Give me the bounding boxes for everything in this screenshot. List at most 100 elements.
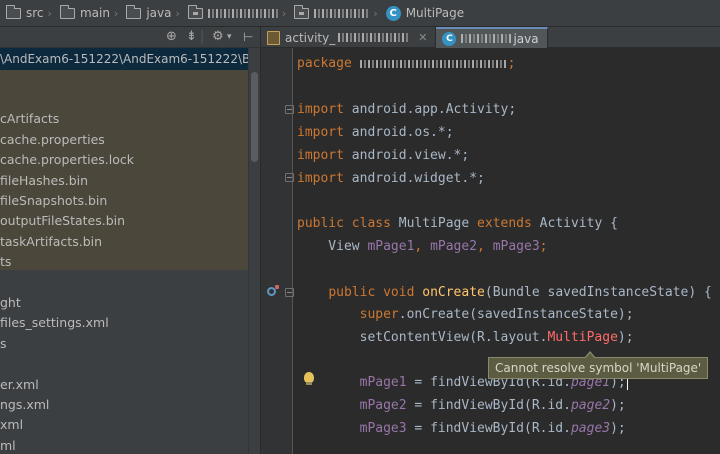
redacted-text <box>359 59 508 68</box>
code-line-import: import android.view.*; <box>297 147 469 165</box>
tree-item[interactable]: cArtifacts <box>0 109 59 129</box>
code-text: .onCreate(savedInstanceState); <box>398 307 634 322</box>
tree-item[interactable]: ml <box>0 436 16 454</box>
tree-item[interactable]: ngs.xml <box>0 395 49 415</box>
fold-icon[interactable] <box>285 105 294 114</box>
package-icon <box>187 4 203 19</box>
breadcrumb-package-1[interactable] <box>182 0 280 26</box>
hide-panel-icon[interactable]: ⊢ <box>243 29 253 45</box>
toolbar-divider: | <box>200 29 205 44</box>
code-text: ); <box>610 398 626 413</box>
breadcrumb-label: main <box>79 6 110 20</box>
code-line-import: import android.os.*; <box>297 124 454 142</box>
field: mPage1 <box>359 375 407 390</box>
gear-icon[interactable]: ⚙ <box>212 29 224 45</box>
tree-item[interactable]: xml <box>0 415 23 435</box>
tree-item[interactable]: cache.properties.lock <box>0 150 134 170</box>
code-editor[interactable]: package ; import android.app.Activity; i… <box>297 52 712 436</box>
method-name: onCreate <box>422 285 485 300</box>
class-icon: C <box>442 31 457 46</box>
keyword: import <box>297 148 344 163</box>
redacted-text <box>314 8 370 18</box>
close-icon[interactable]: ✕ <box>418 31 427 44</box>
keyword: super <box>359 307 399 322</box>
tree-item[interactable]: files_settings.xml <box>0 313 109 333</box>
breadcrumb-package-2[interactable] <box>288 0 371 26</box>
override-method-icon[interactable] <box>267 285 279 296</box>
code-text: = findViewById(R.id. <box>406 398 571 413</box>
keyword: public <box>297 216 352 231</box>
breadcrumb-src[interactable]: src <box>0 0 46 26</box>
breadcrumb-label: java <box>146 6 172 20</box>
static-field: page3 <box>570 421 611 436</box>
redacted-text <box>461 34 512 43</box>
tab-activity-layout[interactable]: activity_ ✕ <box>261 27 437 48</box>
code-line-oncreate: public void onCreate(Bundle savedInstanc… <box>297 284 712 302</box>
keyword: package <box>297 56 352 71</box>
tab-multipage-java[interactable]: C java <box>436 27 548 48</box>
redacted-text <box>338 33 409 42</box>
field: mPage1 <box>367 239 415 254</box>
code-text: (Bundle savedInstanceState) { <box>484 285 712 300</box>
tab-label: activity_ <box>285 30 336 45</box>
breadcrumb-main[interactable]: main <box>54 0 112 26</box>
breadcrumb-separator: › <box>113 6 119 20</box>
unresolved-symbol[interactable]: MultiPage <box>547 330 617 345</box>
collapse-all-icon[interactable]: ⇟ <box>186 29 197 45</box>
breadcrumb-class[interactable]: C MultiPage <box>380 0 466 26</box>
field: mPage2 <box>430 239 478 254</box>
breadcrumb-label: MultiPage <box>405 6 465 20</box>
folder-icon <box>6 4 21 19</box>
code-text: android.app.Activity; <box>343 102 517 117</box>
breadcrumb-separator: › <box>281 6 287 20</box>
tree-item[interactable]: cache.properties <box>0 130 105 150</box>
chevron-down-icon[interactable]: ▾ <box>227 29 232 45</box>
code-line-package: package ; <box>297 56 516 71</box>
tree-item[interactable]: taskArtifacts.bin <box>0 232 102 252</box>
project-path-row[interactable]: \AndExam6-151222\AndExam6-151222\Bo <box>0 48 260 70</box>
navigation-bar: src › main › java › › › C MultiPage <box>0 0 720 27</box>
field: mPage2 <box>359 398 407 413</box>
tree-item[interactable]: fileSnapshots.bin <box>0 191 107 211</box>
tree-item[interactable]: ght <box>0 293 21 313</box>
code-text: android.os.*; <box>343 125 454 140</box>
code-line-class: public class MultiPage extends Activity … <box>297 215 618 233</box>
punct: , <box>477 239 493 254</box>
tree-item[interactable]: outputFileStates.bin <box>0 211 125 231</box>
error-tooltip: Cannot resolve symbol 'MultiPage' <box>488 351 709 379</box>
xml-file-icon <box>267 30 280 45</box>
package-icon <box>294 4 310 19</box>
project-toolbar: ⊕ ⇟ | ⚙ ▾ ⊢ <box>0 27 260 48</box>
keyword: class <box>351 216 399 231</box>
breadcrumb-label: src <box>26 6 44 20</box>
code-text: setContentView(R.layout. <box>359 330 548 345</box>
punct: , <box>414 239 431 254</box>
folder-icon <box>126 4 142 19</box>
static-field: page2 <box>570 398 611 413</box>
tree-item[interactable]: fileHashes.bin <box>0 171 88 191</box>
project-scrollbar[interactable] <box>248 48 260 454</box>
code-line-super: super.onCreate(savedInstanceState); <box>297 306 634 324</box>
breadcrumb-java[interactable]: java <box>120 0 173 26</box>
code-text: android.view.*; <box>343 148 470 163</box>
tree-item[interactable]: s <box>0 334 7 354</box>
code-line-setcontentview: setContentView(R.layout.MultiPage); <box>297 329 634 347</box>
scrollbar-thumb[interactable] <box>251 72 258 162</box>
fold-icon[interactable] <box>285 288 294 297</box>
scroll-from-source-icon[interactable]: ⊕ <box>166 29 177 45</box>
project-panel: ⊕ ⇟ | ⚙ ▾ ⊢ \AndExam6-151222\AndExam6-15… <box>0 27 260 454</box>
code-line-import: import android.widget.*; <box>297 170 485 188</box>
tree-item[interactable]: ts <box>0 252 11 272</box>
breadcrumb-separator: › <box>175 6 180 20</box>
code-text: ); <box>610 421 626 436</box>
fold-icon[interactable] <box>285 173 294 182</box>
code-line-findview: mPage2 = findViewById(R.id.page2); <box>297 397 626 415</box>
code-text: ); <box>617 330 634 345</box>
tree-item[interactable]: er.xml <box>0 375 39 395</box>
code-line-import: import android.app.Activity; <box>297 101 516 119</box>
